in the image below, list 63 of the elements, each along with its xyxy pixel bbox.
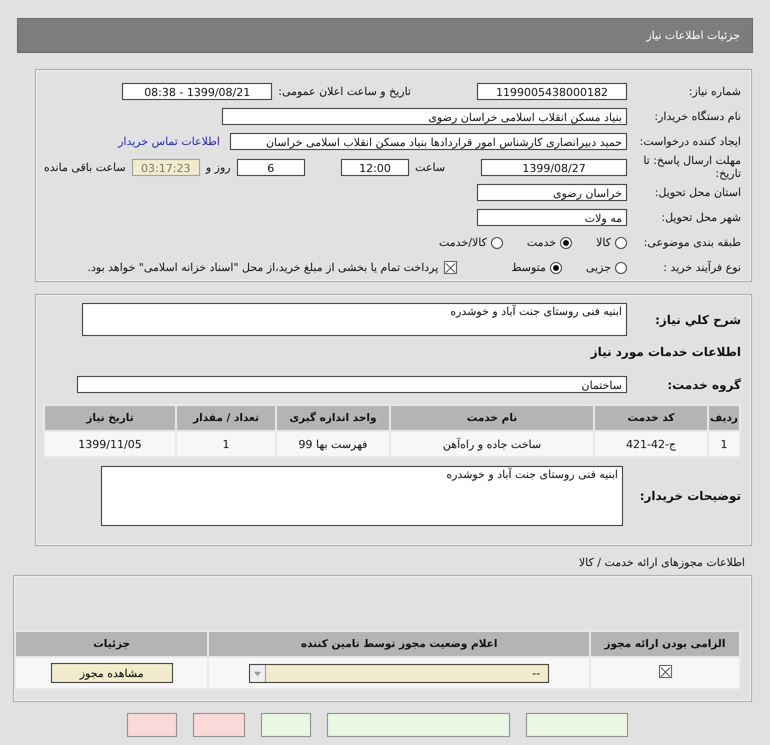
table-cell: 1 — [708, 431, 740, 457]
announce-date-field: 1399/08/21 - 08:38 — [122, 83, 272, 100]
checkbox[interactable] — [444, 261, 458, 274]
city-field: مه ولات — [477, 209, 627, 226]
deadline-date-field: 1399/08/27 — [481, 158, 627, 176]
deadline-time-field: 12:00 — [340, 158, 410, 176]
field-label: طبقه بندی موضوعی: — [642, 236, 741, 249]
field-label: شماره نیاز: — [688, 85, 741, 98]
days-field: 6 — [236, 158, 305, 176]
column-header: اعلام وضعیت مجوز توسط تامین کننده — [208, 631, 590, 657]
field-label: ساعت باقی مانده — [44, 160, 126, 174]
radio-option[interactable]: متوسط — [511, 261, 562, 274]
column-header: تعداد / مقدار — [176, 405, 276, 431]
section-title: اطلاعات خدمات مورد نياز — [590, 344, 741, 358]
buyer-field: بنیاد مسکن انقلاب اسلامی خراسان رضوی — [222, 108, 627, 125]
contact-link[interactable]: اطلاعات تماس خریدار — [118, 135, 220, 148]
column-header: نام خدمت — [390, 405, 594, 431]
province-field: خراسان رضوی — [477, 184, 627, 201]
column-header: جزئیات — [15, 631, 208, 657]
column-header: ردیف — [708, 405, 740, 431]
need-number-field: 1199005438000182 — [477, 83, 627, 100]
creator-field: حمید دبیرانصاری کارشناس امور قراردادها بنیاد مسکن انقلاب اسلامی خراسان — [230, 133, 627, 150]
caret-icon — [250, 664, 266, 682]
field-label: نوع فرآیند خرید : — [662, 261, 741, 274]
view-license-button[interactable]: مشاهده مجوز — [50, 663, 173, 683]
action-button[interactable] — [127, 713, 177, 737]
table-cell: 1399/11/05 — [44, 431, 176, 457]
column-header: کد خدمت — [594, 405, 708, 431]
table-cell: فهرست بها 99 — [276, 431, 390, 457]
status-dropdown[interactable]: -- — [249, 664, 550, 682]
field-label: گروه خدمت: — [666, 378, 741, 392]
summary-field: ابنیه فنی روستای جنت آباد و خوشدره — [82, 303, 627, 336]
action-button[interactable] — [261, 713, 311, 737]
page-title: جزئیات اطلاعات نیاز — [646, 29, 740, 42]
field-label: ایجاد کننده درخواست: — [638, 135, 741, 148]
radio-option[interactable]: خدمت — [526, 236, 572, 249]
section-title: اطلاعات مجوزهای ارائه خدمت / کالا — [578, 556, 745, 569]
service-group-field: ساختمان — [77, 376, 627, 393]
action-button[interactable] — [327, 713, 510, 737]
action-button[interactable] — [193, 713, 245, 737]
table-cell: ساخت جاده و راه‌آهن — [390, 431, 594, 457]
field-label: توضیحات خریدار: — [638, 489, 741, 503]
field-label: ساعت — [415, 160, 446, 174]
field-label: شهر محل تحویل: — [660, 211, 741, 224]
field-label: مهلت ارسال پاسخ: تا تاریخ: — [642, 154, 741, 180]
checkbox[interactable] — [658, 665, 672, 678]
buyer-notes-field: ابنیه فنی روستای جنت آباد و خوشدره — [101, 466, 623, 526]
column-header: الزامی بودن ارائه مجوز — [590, 631, 740, 657]
table-cell: ج-42-421 — [594, 431, 708, 457]
field-label: شرح کلي نياز: — [654, 312, 741, 326]
radio-option[interactable]: کالا — [596, 236, 627, 249]
action-button[interactable] — [526, 713, 628, 737]
field-label: نام دستگاه خریدار: — [653, 110, 741, 123]
field-label: تاریخ و ساعت اعلان عمومی: — [278, 85, 411, 98]
field-label: استان محل تحویل: — [654, 186, 741, 199]
payment-note: پرداخت تمام یا بخشی از مبلغ خرید،از محل "اسناد خزانه اسلامی" خواهد بود. — [88, 261, 438, 274]
remaining-time-field: 03:17:23 — [132, 158, 200, 176]
table-cell: 1 — [176, 431, 276, 457]
field-label: روز و — [206, 160, 231, 174]
radio-option[interactable]: کالا/خدمت — [439, 236, 503, 249]
column-header: واحد اندازه گیری — [276, 405, 390, 431]
radio-option[interactable]: جزیی — [586, 261, 627, 274]
column-header: تاریخ نیاز — [44, 405, 176, 431]
